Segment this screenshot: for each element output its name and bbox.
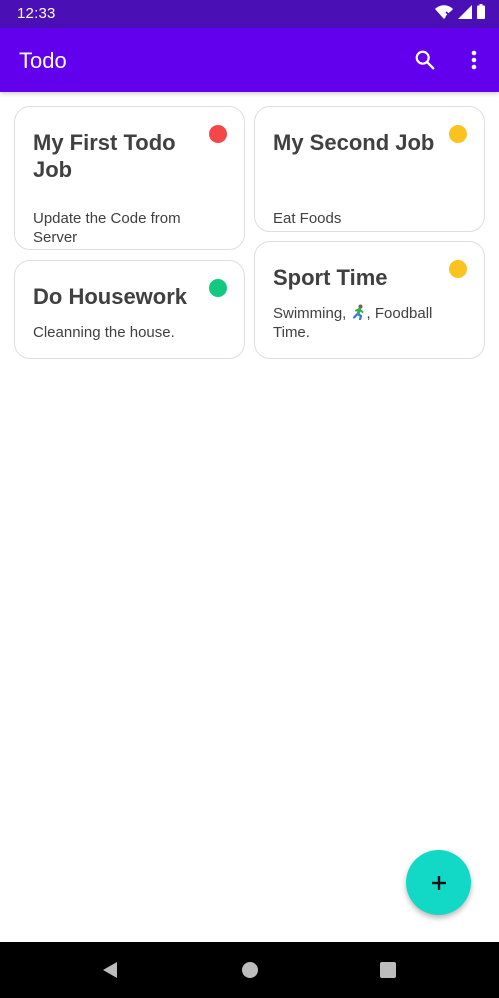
status-time: 12:33 <box>17 5 56 22</box>
back-icon <box>103 962 117 978</box>
todo-description-text: Swimming, <box>273 305 351 322</box>
status-icons <box>435 4 485 24</box>
todo-description: Cleanning the house. <box>33 324 175 341</box>
status-dot <box>449 125 467 143</box>
app-title: Todo <box>19 48 67 73</box>
nav-recents-button[interactable] <box>368 950 408 990</box>
system-nav-bar <box>0 942 499 998</box>
todo-card[interactable]: My Second Job Eat Foods <box>254 106 485 232</box>
overflow-menu-button[interactable] <box>454 40 494 80</box>
search-icon <box>415 50 435 70</box>
todo-description: Swimming, , Foodball Time. <box>273 304 453 342</box>
signal-icon <box>458 4 472 24</box>
status-dot <box>449 260 467 278</box>
status-bar: 12:33 <box>0 0 499 28</box>
recents-icon <box>380 962 396 978</box>
more-vert-icon <box>471 50 477 70</box>
todo-description: Update the Code from Server <box>33 210 181 246</box>
todo-description: Eat Foods <box>273 210 342 227</box>
runner-emoji-icon <box>352 304 364 320</box>
todo-card[interactable]: Do Housework Cleanning the house. <box>14 260 245 359</box>
todo-card[interactable]: My First Todo Job Update the Code from S… <box>14 106 245 250</box>
battery-icon <box>477 4 485 24</box>
todo-card[interactable]: Sport Time Swimming, , Foodball Time. <box>254 241 485 359</box>
app-bar: Todo <box>0 28 499 92</box>
status-dot <box>209 279 227 297</box>
nav-back-button[interactable] <box>90 950 130 990</box>
todo-title: Do Housework <box>33 284 188 309</box>
status-dot <box>209 125 227 143</box>
todo-title: My Second Job <box>273 130 435 155</box>
plus-icon <box>431 875 446 890</box>
wifi-icon <box>435 4 453 24</box>
home-icon <box>242 962 258 978</box>
todo-title: My First Todo Job <box>33 130 176 182</box>
nav-home-button[interactable] <box>230 950 270 990</box>
search-button[interactable] <box>405 40 445 80</box>
add-todo-button[interactable] <box>406 850 471 915</box>
todo-title: Sport Time <box>273 265 388 290</box>
